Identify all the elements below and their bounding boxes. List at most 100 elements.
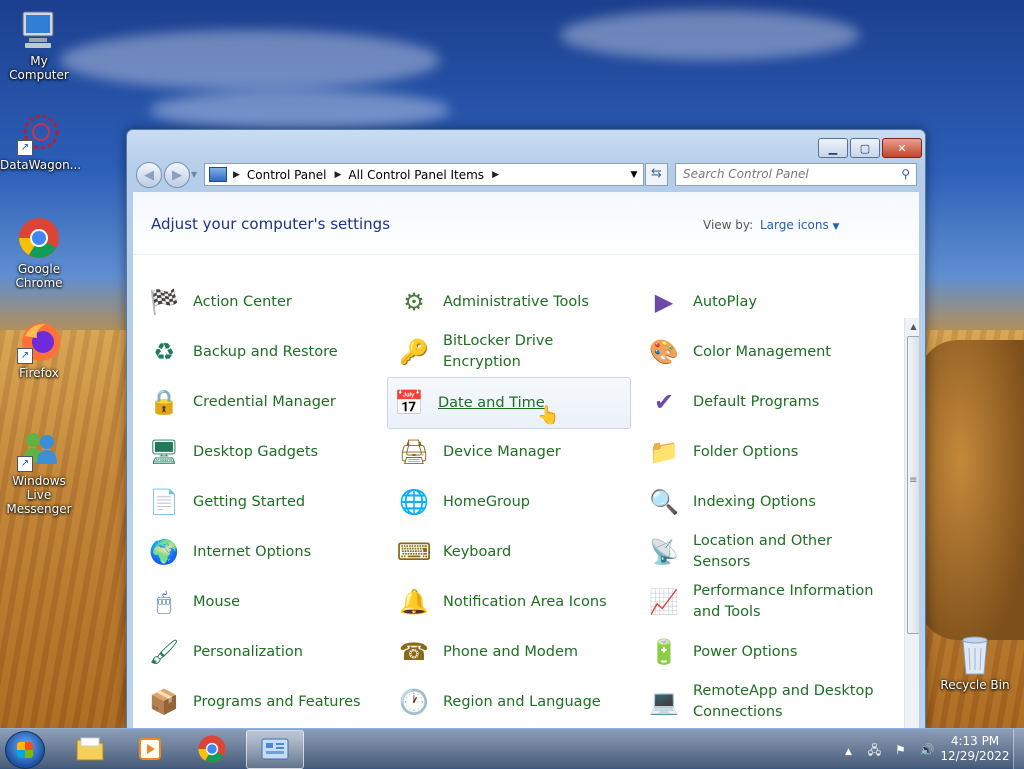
breadcrumb-chevron-icon[interactable]: ▶: [335, 170, 342, 180]
show-hidden-icons-button[interactable]: ▲: [845, 747, 852, 757]
volume-icon[interactable]: 🔊: [920, 743, 935, 757]
cp-item-keyboard[interactable]: ⌨ Keyboard: [393, 527, 635, 577]
cp-item-region-and-language[interactable]: 🕐 Region and Language: [393, 677, 635, 727]
close-button[interactable]: ✕: [882, 138, 922, 158]
cp-item-mouse[interactable]: 🖱 Mouse: [143, 577, 385, 627]
cp-item-action-center[interactable]: 🏁 Action Center: [143, 277, 385, 327]
homegroup-icon: 🌐: [399, 488, 429, 516]
cp-item-programs-and-features[interactable]: 📦 Programs and Features: [143, 677, 385, 727]
cp-item-internet-options[interactable]: 🌍 Internet Options: [143, 527, 385, 577]
cp-item-label: Default Programs: [693, 393, 820, 410]
breadcrumb-all-items[interactable]: All Control Panel Items: [348, 168, 484, 182]
cp-item-color-management[interactable]: 🎨 Color Management: [643, 327, 885, 377]
cp-item-date-and-time[interactable]: 📅 Date and Time: [387, 377, 631, 429]
remoteapp-icon: 💻: [649, 688, 679, 716]
address-dropdown-button[interactable]: ▼: [624, 169, 643, 180]
device-manager-icon: 🖨: [398, 438, 430, 466]
media-player-icon: [139, 737, 161, 760]
vertical-scrollbar[interactable]: ▲ ▼: [904, 318, 919, 729]
computer-icon: [17, 8, 61, 52]
cp-item-notification-area-icons[interactable]: 🔔 Notification Area Icons: [393, 577, 635, 627]
phone-icon: ☎: [399, 638, 429, 666]
back-button[interactable]: ◀: [136, 162, 162, 188]
cp-item-label: HomeGroup: [443, 493, 530, 510]
globe-icon: 🌍: [149, 538, 179, 566]
taskbar: ▲ 🖧 ⚑ 🔊 4:13 PM 12/29/2022: [0, 728, 1024, 769]
cp-item-credential-manager[interactable]: 🔒 Credential Manager: [143, 377, 385, 427]
taskbar-explorer-button[interactable]: [62, 730, 118, 767]
breadcrumb-chevron-icon[interactable]: ▶: [492, 170, 499, 180]
desktop-icon-windows-live-messenger[interactable]: ↗ Windows Live Messenger: [0, 428, 78, 516]
content-header: Adjust your computer's settings View by:…: [133, 192, 919, 255]
breadcrumb-control-panel[interactable]: Control Panel: [247, 168, 327, 182]
cp-item-label: AutoPlay: [693, 293, 757, 310]
cp-item-location-and-other-sensors[interactable]: 📡 Location and Other Sensors: [643, 527, 885, 577]
notification-icon: 🔔: [399, 588, 429, 616]
taskbar-chrome-button[interactable]: [184, 730, 240, 767]
taskbar-control-panel-button[interactable]: [246, 730, 304, 769]
default-programs-icon: ✔: [653, 388, 675, 416]
network-icon[interactable]: 🖧: [868, 743, 881, 757]
cp-item-label: RemoteApp and Desktop Connections: [693, 683, 874, 720]
scroll-up-button[interactable]: ▲: [905, 318, 919, 335]
desktop-icon-firefox[interactable]: ↗ Firefox: [0, 320, 78, 380]
chevron-down-icon: ▼: [832, 222, 840, 232]
cp-item-device-manager[interactable]: 🖨 Device Manager: [393, 427, 635, 477]
firefox-icon: ↗: [17, 320, 61, 364]
mouse-icon: 🖱: [156, 588, 172, 616]
taskbar-media-player-button[interactable]: [122, 730, 178, 767]
cp-item-desktop-gadgets[interactable]: 🖥 Desktop Gadgets: [143, 427, 385, 477]
chrome-icon: [198, 734, 226, 763]
cp-item-administrative-tools[interactable]: ⚙ Administrative Tools: [393, 277, 635, 327]
minimize-button[interactable]: ▁: [818, 138, 848, 158]
cp-item-label: Action Center: [193, 293, 292, 310]
cp-item-label: Device Manager: [443, 443, 561, 460]
cp-item-phone-and-modem[interactable]: ☎ Phone and Modem: [393, 627, 635, 677]
chrome-icon: [17, 216, 61, 260]
cp-item-indexing-options[interactable]: 🔍 Indexing Options: [643, 477, 885, 527]
indexing-icon: 🔍: [649, 488, 679, 516]
cp-item-label: Region and Language: [443, 693, 601, 710]
search-box[interactable]: ⚲: [675, 163, 917, 186]
personalization-icon: 🖌: [148, 638, 180, 666]
cp-item-folder-options[interactable]: 📁 Folder Options: [643, 427, 885, 477]
address-bar[interactable]: ▶ Control Panel ▶ All Control Panel Item…: [204, 163, 644, 186]
desktop-icon-my-computer[interactable]: My Computer: [0, 8, 78, 82]
backup-icon: ♻: [153, 338, 175, 366]
cp-item-label: Internet Options: [193, 543, 312, 560]
shortcut-arrow-icon: ↗: [17, 140, 33, 156]
view-mode-dropdown[interactable]: Large icons ▼: [760, 218, 839, 232]
cp-item-power-options[interactable]: 🔋 Power Options: [643, 627, 885, 677]
recent-pages-dropdown[interactable]: ▼: [191, 170, 197, 179]
search-input[interactable]: [676, 164, 893, 183]
system-tray: ▲ 🖧 ⚑ 🔊: [845, 741, 935, 762]
view-by-label: View by:: [703, 218, 754, 232]
cp-item-bitlocker-drive-encryption[interactable]: 🔑 BitLocker Drive Encryption: [393, 327, 635, 377]
desktop-icon-datawagon[interactable]: ↗ DataWagon...: [0, 112, 81, 172]
cp-item-getting-started[interactable]: 📄 Getting Started: [143, 477, 385, 527]
cp-item-label: Personalization: [193, 643, 303, 660]
desktop-icon-recycle-bin[interactable]: Recycle Bin: [936, 632, 1014, 692]
datawagon-icon: ↗: [17, 112, 61, 156]
clock-time: 4:13 PM: [950, 734, 1000, 748]
breadcrumb-chevron-icon[interactable]: ▶: [233, 170, 240, 180]
clock[interactable]: 4:13 PM 12/29/2022: [935, 734, 1015, 764]
autoplay-icon: ▶: [654, 288, 674, 316]
show-desktop-button[interactable]: [1013, 729, 1024, 769]
scroll-thumb[interactable]: [907, 336, 919, 634]
cp-item-performance-information-and-tools[interactable]: 📈 Performance Information and Tools: [643, 577, 885, 627]
forward-button[interactable]: ▶: [164, 162, 190, 188]
action-center-flag-icon[interactable]: ⚑: [895, 743, 906, 757]
cp-item-autoplay[interactable]: ▶ AutoPlay: [643, 277, 885, 327]
cp-item-default-programs[interactable]: ✔ Default Programs: [643, 377, 885, 427]
maximize-button[interactable]: ▢: [850, 138, 880, 158]
cp-item-backup-and-restore[interactable]: ♻ Backup and Restore: [143, 327, 385, 377]
cp-item-personalization[interactable]: 🖌 Personalization: [143, 627, 385, 677]
cp-item-remoteapp-and-desktop-connections[interactable]: 💻 RemoteApp and Desktop Connections: [643, 677, 885, 727]
admin-tools-icon: ⚙: [403, 288, 425, 316]
search-icon[interactable]: ⚲: [901, 167, 910, 181]
cp-item-homegroup[interactable]: 🌐 HomeGroup: [393, 477, 635, 527]
refresh-button[interactable]: ⇆: [645, 163, 668, 186]
desktop-icon-chrome[interactable]: Google Chrome: [0, 216, 78, 290]
start-button[interactable]: [5, 731, 45, 769]
